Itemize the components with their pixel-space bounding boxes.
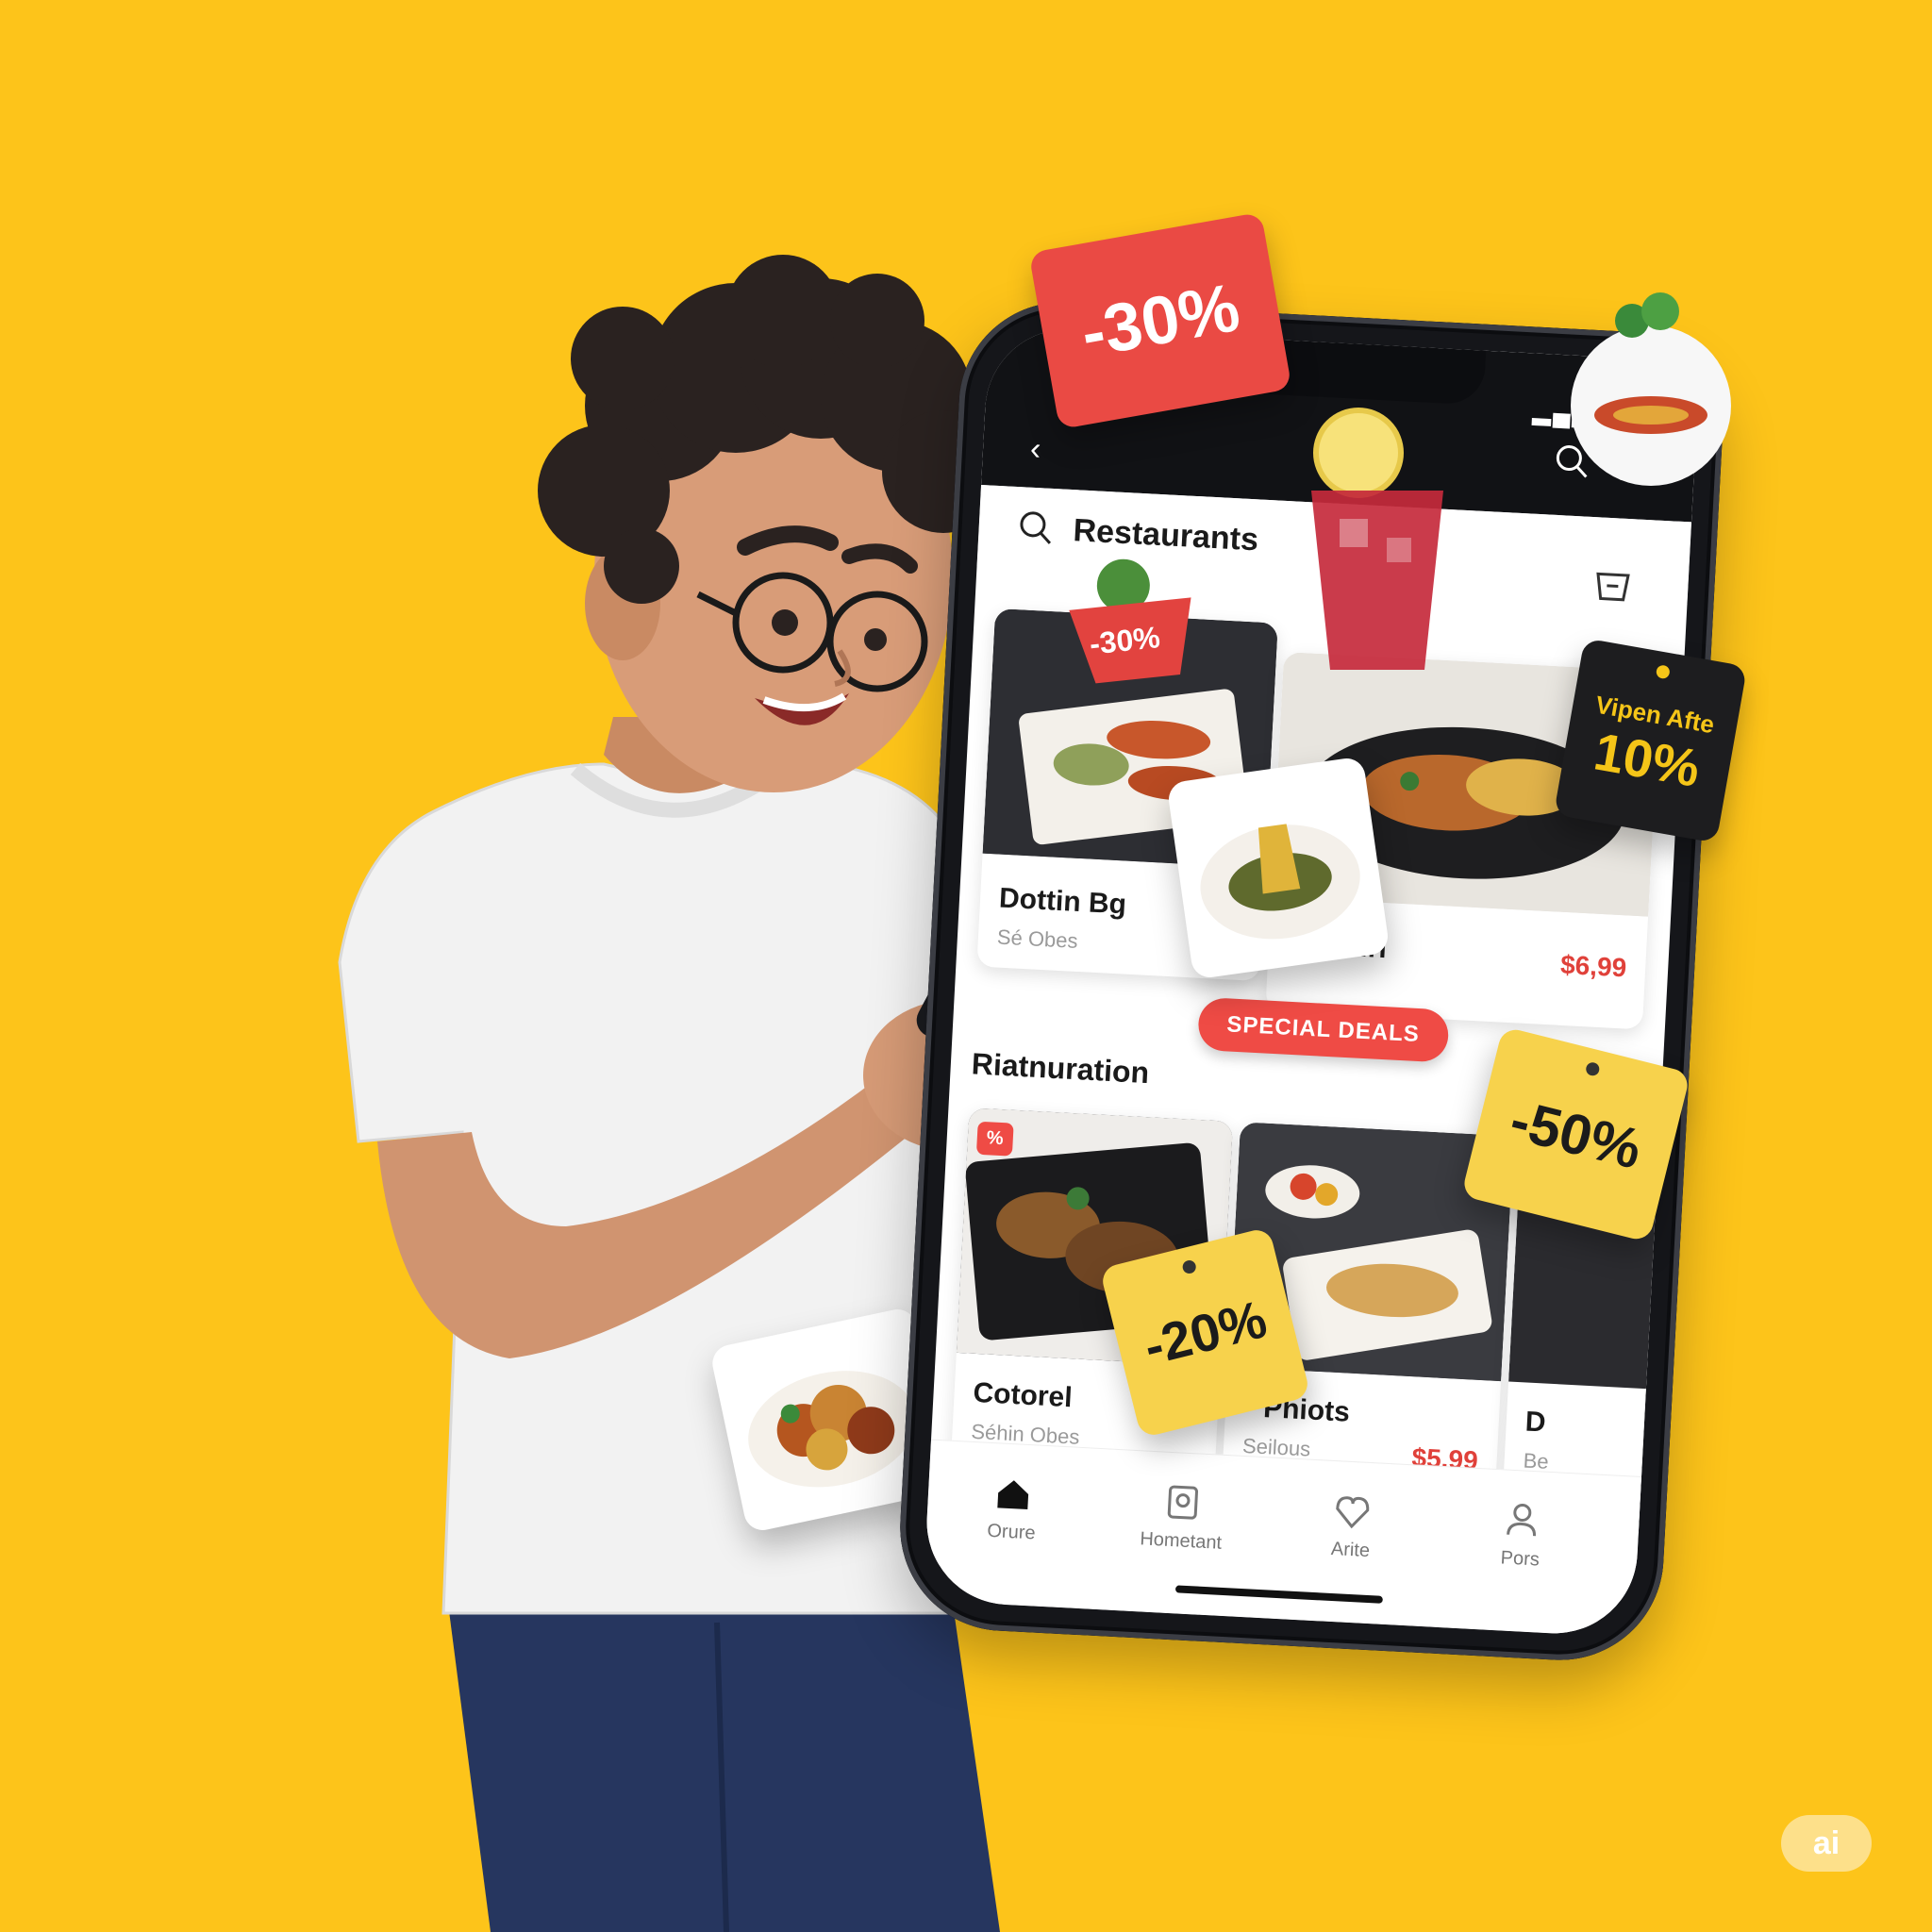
restaurant-name: Cotorel	[972, 1376, 1074, 1414]
discount-tag-10: Vipen Afte 10%	[1553, 638, 1748, 843]
restaurant-name: D	[1524, 1406, 1547, 1439]
search-icon	[1020, 511, 1052, 544]
price-label: $6,99	[1559, 949, 1628, 983]
discount-label: -20%	[1138, 1289, 1273, 1376]
profile-icon	[1507, 1503, 1537, 1537]
home-indicator	[1174, 1585, 1383, 1604]
drink-glass-illustration	[1311, 408, 1443, 670]
restaurant-name: Dottin Bg	[998, 882, 1127, 921]
tab-hometant[interactable]: Hometant	[1114, 1478, 1250, 1556]
discount-label: -30%	[1088, 620, 1162, 661]
tab-arite[interactable]: Arite	[1284, 1487, 1420, 1564]
watermark-label: ai	[1812, 1824, 1840, 1861]
tab-pors[interactable]: Pors	[1454, 1496, 1590, 1574]
tab-label: Orure	[986, 1520, 1037, 1544]
restaurant-subtitle: Sé Obes	[996, 924, 1079, 953]
section-title: Riatnuration	[970, 1046, 1151, 1091]
heart-icon	[1336, 1496, 1370, 1529]
discount-bowl: -30%	[1055, 550, 1209, 696]
discount-tag: %	[975, 1121, 1014, 1157]
floating-dish-photo	[1166, 756, 1391, 980]
back-icon[interactable]: ‹	[1029, 431, 1041, 469]
discount-label: -30%	[1075, 270, 1245, 372]
tab-label: Pors	[1500, 1547, 1541, 1571]
floating-food-bowl	[1571, 292, 1731, 486]
tab-label: Hometant	[1139, 1528, 1223, 1554]
receipt-icon	[1167, 1485, 1199, 1520]
basket-icon[interactable]	[1591, 562, 1634, 606]
home-icon	[997, 1480, 1029, 1510]
tab-label: Arite	[1330, 1538, 1371, 1562]
discount-label: -50%	[1504, 1088, 1648, 1181]
tab-home[interactable]: Orure	[944, 1470, 1080, 1547]
ai-watermark-badge: ai	[1781, 1815, 1872, 1872]
